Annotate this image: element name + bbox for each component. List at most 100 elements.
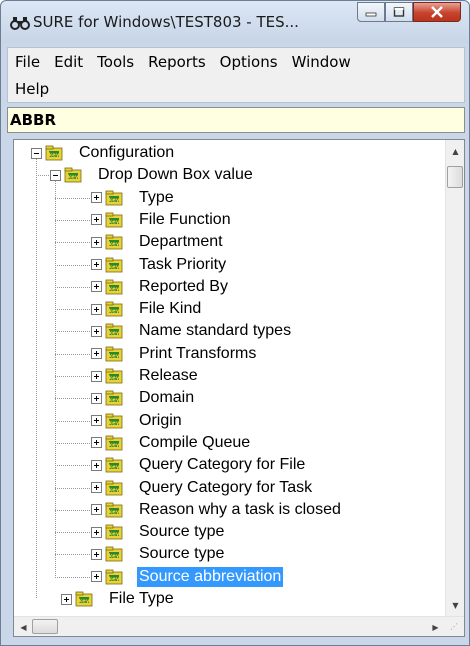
- svg-text:key: key: [49, 152, 60, 158]
- tree-node-label: Configuration: [79, 144, 175, 161]
- expand-plus-icon[interactable]: [91, 504, 102, 516]
- minimize-icon: [365, 12, 377, 17]
- folder-key-icon: key: [75, 591, 93, 607]
- maximize-icon: [393, 7, 405, 17]
- folder-key-icon: key: [105, 546, 123, 562]
- menu-tools[interactable]: Tools: [90, 53, 141, 71]
- tree-connector-line: [55, 264, 91, 266]
- tree-node-task-priority[interactable]: key Task Priority: [91, 254, 228, 276]
- expand-plus-icon[interactable]: [91, 259, 102, 270]
- folder-key-icon: key: [64, 167, 82, 183]
- expand-plus-icon[interactable]: [91, 348, 102, 360]
- collapse-minus-icon[interactable]: [31, 147, 42, 159]
- abbr-field[interactable]: [7, 107, 465, 133]
- folder-key-icon: key: [105, 435, 123, 451]
- tree-connector-line: [55, 576, 91, 578]
- tree-node-query-category-for-file[interactable]: key Query Category for File: [91, 454, 307, 476]
- expand-plus-icon[interactable]: [91, 392, 102, 404]
- scroll-up-arrow-icon[interactable]: ▲: [446, 142, 464, 160]
- expand-plus-icon[interactable]: [91, 548, 102, 560]
- tree-node-reported-by[interactable]: key Reported By: [91, 276, 230, 298]
- menu-window[interactable]: Window: [285, 53, 358, 71]
- svg-text:key: key: [109, 286, 120, 292]
- svg-text:key: key: [109, 442, 120, 448]
- svg-text:key: key: [109, 420, 120, 426]
- expand-plus-icon[interactable]: [91, 281, 102, 293]
- tree-node-file-function[interactable]: key File Function: [91, 209, 233, 231]
- svg-text:key: key: [79, 598, 90, 604]
- tree-node-domain[interactable]: key Domain: [91, 387, 196, 409]
- tree-node-file-kind[interactable]: key File Kind: [91, 298, 203, 320]
- expand-plus-icon[interactable]: [91, 526, 102, 538]
- tree-node-label: Domain: [139, 389, 195, 407]
- folder-key-icon: key: [105, 390, 123, 406]
- expand-plus-icon[interactable]: [91, 303, 102, 315]
- scroll-left-arrow-icon[interactable]: ◀: [14, 618, 33, 636]
- tree-node-label: Reported By: [139, 277, 228, 295]
- tree-node-department[interactable]: key Department: [91, 231, 225, 253]
- tree-node-name-standard-types[interactable]: key Name standard types: [91, 320, 293, 342]
- expand-plus-icon[interactable]: [91, 192, 102, 204]
- menu-edit[interactable]: Edit: [47, 53, 90, 71]
- tree-node-reason-why-a-task-is-closed[interactable]: key Reason why a task is closed: [91, 499, 343, 521]
- expand-plus-icon[interactable]: [91, 325, 102, 337]
- tree-node-type[interactable]: key Type: [91, 187, 176, 209]
- folder-key-icon: key: [45, 145, 63, 161]
- folder-key-icon: key: [105, 257, 123, 273]
- tree-connector-line: [55, 309, 91, 311]
- maximize-button[interactable]: [385, 2, 413, 22]
- tree-node-release[interactable]: key Release: [91, 365, 200, 387]
- tree-connector-line: [55, 487, 91, 489]
- menu-options[interactable]: Options: [213, 53, 285, 71]
- svg-text:key: key: [109, 531, 120, 537]
- tree-connector-line: [55, 420, 91, 422]
- scroll-right-arrow-icon[interactable]: ▶: [426, 618, 445, 636]
- tree-node-query-category-for-task[interactable]: key Query Category for Task: [91, 477, 314, 499]
- tree-node-label: Source type: [139, 523, 225, 541]
- tree-node-source-abbreviation[interactable]: key Source abbreviation: [91, 566, 284, 588]
- tree-connector-line: [55, 554, 91, 556]
- tree-node-source-type[interactable]: key Source type: [91, 543, 226, 565]
- expand-plus-icon[interactable]: [91, 236, 102, 248]
- horizontal-scrollbar[interactable]: ◀ ▶ ⋰: [14, 616, 464, 636]
- horizontal-scroll-thumb[interactable]: [32, 619, 58, 634]
- vertical-scroll-thumb[interactable]: [447, 166, 463, 188]
- svg-text:key: key: [109, 509, 120, 515]
- expand-plus-icon[interactable]: [91, 459, 102, 471]
- expand-plus-icon[interactable]: [91, 415, 102, 427]
- expand-plus-icon[interactable]: [91, 214, 102, 226]
- minimize-button[interactable]: [357, 2, 385, 22]
- expand-plus-icon[interactable]: [61, 593, 72, 605]
- close-button[interactable]: [413, 2, 461, 22]
- folder-key-icon: key: [105, 569, 123, 585]
- collapse-minus-icon[interactable]: [50, 169, 61, 181]
- menu-reports[interactable]: Reports: [141, 53, 213, 71]
- folder-key-icon: key: [105, 413, 123, 429]
- tree-connector-line: [55, 331, 91, 333]
- resize-grip-icon[interactable]: ⋰: [450, 622, 462, 634]
- tree-node-origin[interactable]: key Origin: [91, 410, 184, 432]
- tree-node-configuration[interactable]: key Configuration: [31, 142, 176, 164]
- expand-plus-icon[interactable]: [91, 370, 102, 382]
- menu-help[interactable]: Help: [8, 80, 56, 98]
- vertical-scrollbar[interactable]: ▲ ▼: [445, 140, 464, 616]
- svg-text:key: key: [109, 375, 120, 381]
- menu-file[interactable]: File: [8, 53, 47, 71]
- tree-connector-line: [55, 465, 91, 467]
- tree-node-print-transforms[interactable]: key Print Transforms: [91, 343, 258, 365]
- title-bar[interactable]: SURE for Windows\TEST803 - TES...: [1, 1, 469, 43]
- expand-plus-icon[interactable]: [91, 571, 102, 583]
- tree-node-label: File Kind: [139, 300, 202, 318]
- scroll-down-arrow-icon[interactable]: ▼: [446, 596, 464, 614]
- expand-plus-icon[interactable]: [91, 437, 102, 449]
- tree-node-source-type[interactable]: key Source type: [91, 521, 226, 543]
- svg-text:key: key: [109, 554, 120, 560]
- expand-plus-icon[interactable]: [91, 482, 102, 493]
- tree-connector-line: [55, 286, 91, 288]
- tree-node-label: Reason why a task is closed: [139, 500, 341, 518]
- svg-text:key: key: [109, 398, 120, 404]
- tree-node-compile-queue[interactable]: key Compile Queue: [91, 432, 252, 454]
- tree-node-drop-down-box-value[interactable]: key Drop Down Box value: [50, 164, 255, 186]
- tree-node-file-type[interactable]: key File Type: [61, 588, 176, 610]
- tree-node-label: Drop Down Box value: [98, 166, 253, 184]
